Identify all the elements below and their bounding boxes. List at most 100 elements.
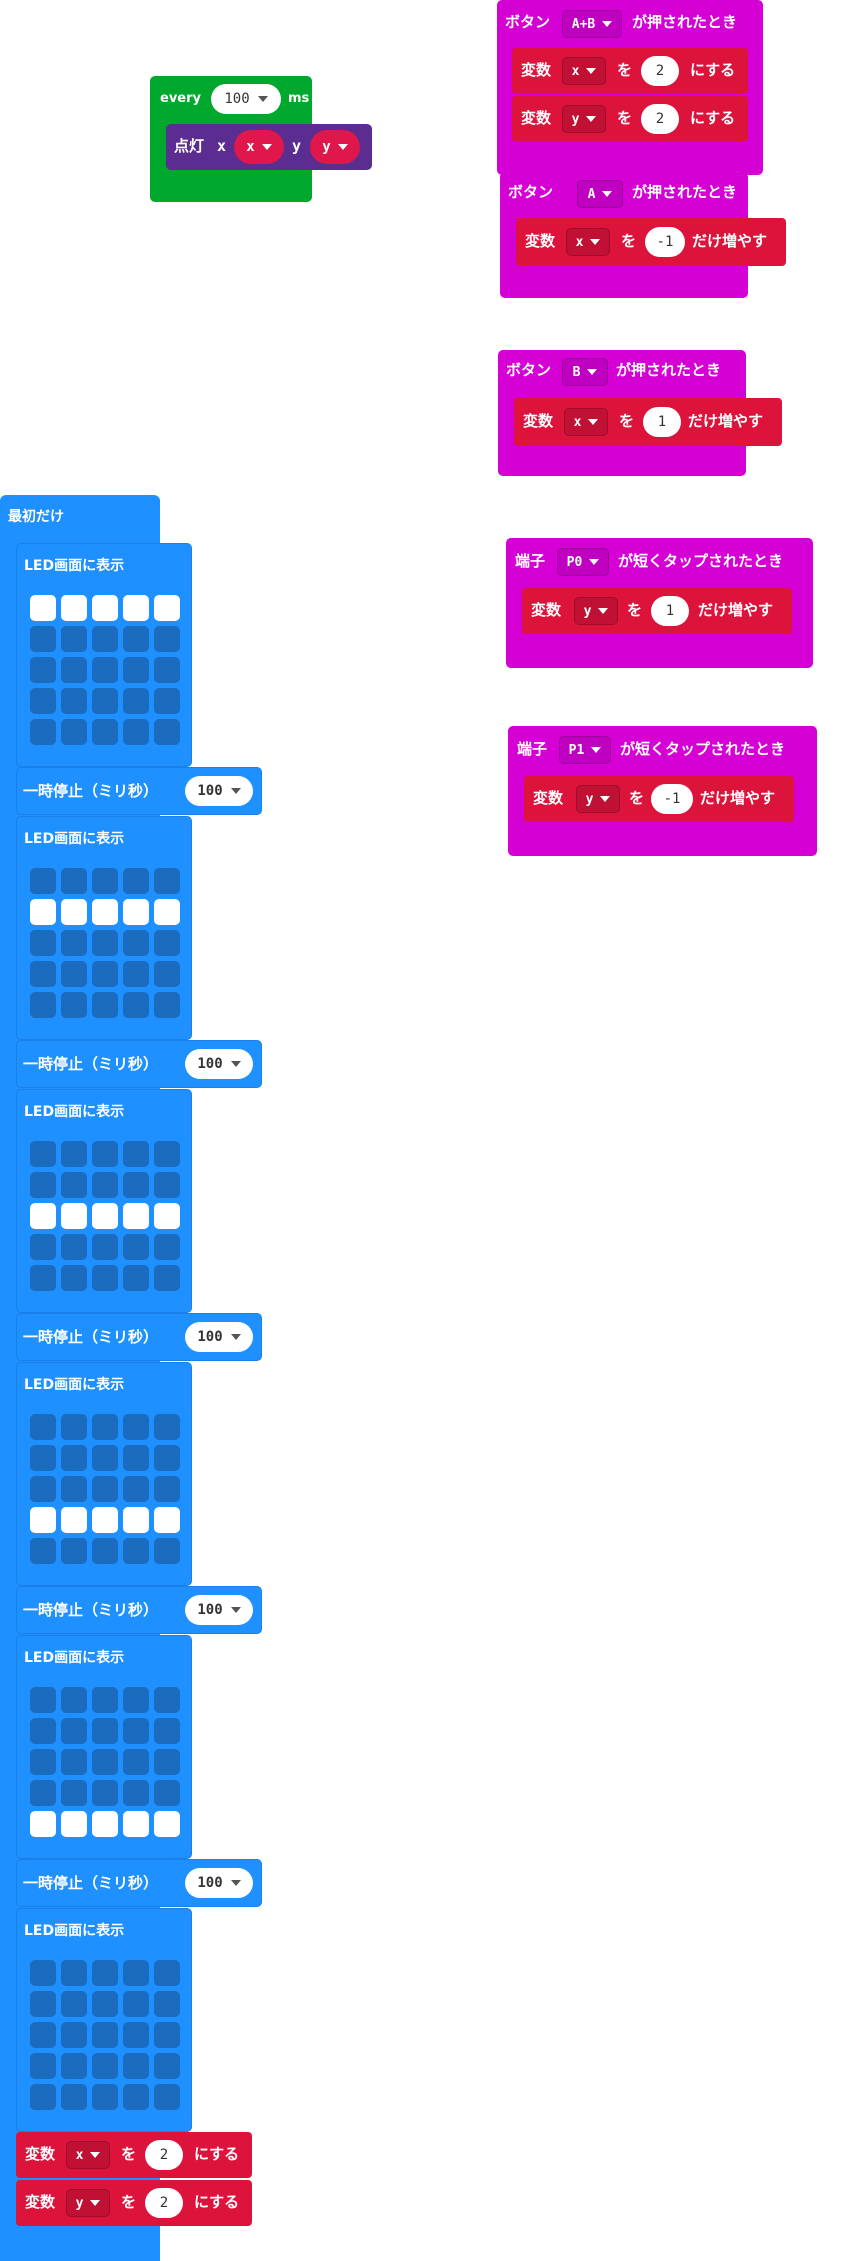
pin-dropdown[interactable]: P1: [559, 736, 611, 764]
led-cell-off[interactable]: [123, 719, 149, 745]
variable-dropdown[interactable]: x: [562, 57, 606, 85]
led-cell-on[interactable]: [92, 595, 118, 621]
pause-duration-dropdown[interactable]: 100: [185, 1868, 253, 1898]
led-cell-off[interactable]: [61, 1265, 87, 1291]
led-cell-off[interactable]: [30, 1749, 56, 1775]
led-cell-on[interactable]: [30, 1811, 56, 1837]
led-cell-off[interactable]: [61, 1718, 87, 1744]
pause-duration-dropdown[interactable]: 100: [185, 1049, 253, 1079]
led-cell-off[interactable]: [123, 1265, 149, 1291]
button-dropdown[interactable]: B: [562, 358, 608, 386]
led-cell-off[interactable]: [92, 1445, 118, 1471]
change-variable-block[interactable]: 変数 y を -1 だけ増やす: [524, 776, 794, 822]
set-variable-block[interactable]: 変数 x を 2 にする: [512, 48, 748, 94]
button-dropdown[interactable]: A: [577, 180, 623, 208]
led-cell-on[interactable]: [30, 899, 56, 925]
led-cell-off[interactable]: [61, 2053, 87, 2079]
led-cell-on[interactable]: [123, 899, 149, 925]
set-variable-block[interactable]: 変数 y を 2 にする: [512, 96, 748, 142]
led-cell-off[interactable]: [92, 2022, 118, 2048]
show-leds-block[interactable]: LED画面に表示: [16, 1635, 192, 1859]
led-cell-on[interactable]: [61, 1811, 87, 1837]
led-cell-off[interactable]: [30, 1172, 56, 1198]
led-cell-on[interactable]: [61, 899, 87, 925]
pause-block[interactable]: 一時停止（ミリ秒） 100: [16, 1313, 262, 1361]
variable-dropdown[interactable]: x: [66, 2141, 110, 2169]
pause-block[interactable]: 一時停止（ミリ秒） 100: [16, 1859, 262, 1907]
led-cell-off[interactable]: [154, 2053, 180, 2079]
led-cell-on[interactable]: [92, 1811, 118, 1837]
led-cell-off[interactable]: [123, 1687, 149, 1713]
led-cell-off[interactable]: [123, 657, 149, 683]
led-cell-off[interactable]: [92, 2084, 118, 2110]
led-cell-off[interactable]: [92, 868, 118, 894]
led-cell-on[interactable]: [92, 1203, 118, 1229]
led-cell-off[interactable]: [92, 719, 118, 745]
value-input[interactable]: 1: [643, 407, 681, 437]
led-cell-off[interactable]: [61, 1141, 87, 1167]
led-cell-off[interactable]: [30, 688, 56, 714]
button-dropdown[interactable]: A+B: [562, 10, 622, 38]
led-cell-off[interactable]: [92, 1172, 118, 1198]
led-cell-on[interactable]: [123, 1811, 149, 1837]
value-input[interactable]: 2: [641, 104, 679, 134]
led-cell-off[interactable]: [30, 2053, 56, 2079]
led-cell-off[interactable]: [92, 1687, 118, 1713]
led-cell-off[interactable]: [61, 688, 87, 714]
led-cell-off[interactable]: [92, 1991, 118, 2017]
show-leds-block[interactable]: LED画面に表示: [16, 816, 192, 1040]
led-cell-off[interactable]: [61, 1538, 87, 1564]
show-leds-block[interactable]: LED画面に表示: [16, 543, 192, 767]
led-cell-off[interactable]: [154, 2022, 180, 2048]
led-cell-off[interactable]: [61, 626, 87, 652]
pin-dropdown[interactable]: P0: [557, 548, 609, 576]
pause-duration-dropdown[interactable]: 100: [185, 776, 253, 806]
show-leds-block[interactable]: LED画面に表示: [16, 1362, 192, 1586]
led-cell-off[interactable]: [154, 688, 180, 714]
led-cell-off[interactable]: [123, 930, 149, 956]
led-cell-on[interactable]: [154, 899, 180, 925]
plot-y-variable[interactable]: y: [310, 130, 360, 164]
variable-dropdown[interactable]: y: [576, 785, 620, 813]
led-cell-off[interactable]: [30, 961, 56, 987]
led-cell-off[interactable]: [154, 719, 180, 745]
led-cell-off[interactable]: [92, 657, 118, 683]
led-cell-off[interactable]: [30, 1538, 56, 1564]
led-cell-off[interactable]: [30, 2084, 56, 2110]
led-cell-off[interactable]: [123, 1780, 149, 1806]
led-cell-off[interactable]: [92, 2053, 118, 2079]
set-variable-block[interactable]: 変数 x を 2 にする: [16, 2132, 252, 2178]
set-variable-block[interactable]: 変数 y を 2 にする: [16, 2180, 252, 2226]
led-cell-off[interactable]: [61, 1445, 87, 1471]
led-cell-off[interactable]: [92, 1234, 118, 1260]
led-cell-off[interactable]: [30, 1718, 56, 1744]
value-input[interactable]: 2: [641, 56, 679, 86]
value-input[interactable]: -1: [645, 227, 685, 257]
interval-dropdown[interactable]: 100: [211, 84, 281, 114]
led-cell-off[interactable]: [61, 1687, 87, 1713]
led-cell-off[interactable]: [61, 2022, 87, 2048]
led-cell-off[interactable]: [92, 1141, 118, 1167]
led-cell-on[interactable]: [61, 595, 87, 621]
led-cell-off[interactable]: [30, 1991, 56, 2017]
led-cell-off[interactable]: [30, 868, 56, 894]
change-variable-block[interactable]: 変数 x を -1 だけ増やす: [516, 218, 786, 266]
led-cell-off[interactable]: [61, 719, 87, 745]
led-cell-off[interactable]: [154, 992, 180, 1018]
led-cell-on[interactable]: [154, 1203, 180, 1229]
led-cell-off[interactable]: [123, 2084, 149, 2110]
led-cell-off[interactable]: [154, 1960, 180, 1986]
pause-block[interactable]: 一時停止（ミリ秒） 100: [16, 1586, 262, 1634]
led-cell-off[interactable]: [154, 868, 180, 894]
led-cell-off[interactable]: [123, 1141, 149, 1167]
led-cell-off[interactable]: [92, 1960, 118, 1986]
led-cell-off[interactable]: [154, 1414, 180, 1440]
led-cell-off[interactable]: [154, 1265, 180, 1291]
led-cell-on[interactable]: [30, 595, 56, 621]
led-cell-off[interactable]: [154, 1476, 180, 1502]
led-cell-off[interactable]: [123, 1538, 149, 1564]
led-cell-on[interactable]: [61, 1203, 87, 1229]
led-cell-off[interactable]: [61, 930, 87, 956]
led-cell-off[interactable]: [154, 626, 180, 652]
led-cell-off[interactable]: [123, 1172, 149, 1198]
